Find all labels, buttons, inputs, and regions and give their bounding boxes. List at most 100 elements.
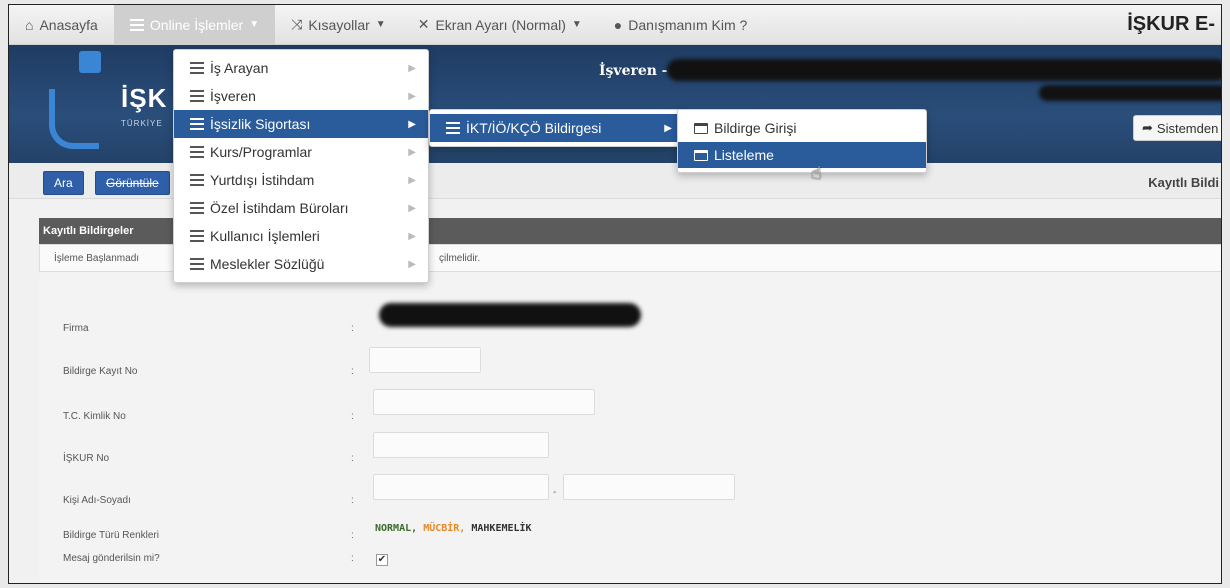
list-icon — [190, 230, 204, 242]
colon: : — [351, 530, 354, 541]
nav-ekran-label: Ekran Ayarı (Normal) — [435, 16, 566, 33]
online-islemler-menu: İş Arayan ▶ İşveren ▶ İşsizlik Sigortası… — [173, 49, 429, 283]
chevron-right-icon: ▶ — [408, 174, 416, 186]
menu-item-kullanici-islemleri[interactable]: Kullanıcı İşlemleri ▶ — [174, 222, 428, 250]
menu-item-listeleme[interactable]: Listeleme — [678, 142, 926, 168]
colon: : — [351, 366, 354, 377]
legend-mucbir: MÜCBİR, — [423, 523, 466, 534]
list-icon — [190, 202, 204, 214]
resize-icon: ✕ — [417, 16, 430, 32]
nav-ekran-ayari[interactable]: ✕ Ekran Ayarı (Normal) ▼ — [402, 5, 598, 45]
brand-title: İŞKUR E- — [1127, 13, 1215, 35]
menu-item-meslekler-sozlugu[interactable]: Meslekler Sözlüğü ▶ — [174, 250, 428, 278]
ad-input[interactable] — [373, 474, 549, 500]
app-window: ⌂ Anasayfa Online İşlemler ▼ ⤨ Kısayolla… — [8, 4, 1222, 584]
firma-label: Firma — [63, 323, 89, 334]
menu-item-label: Meslekler Sözlüğü — [210, 256, 325, 272]
notice-text: İşleme Başlanmadı — [54, 252, 140, 264]
home-icon: ⌂ — [25, 16, 34, 33]
card-icon — [694, 149, 708, 161]
nav-online-islemler[interactable]: Online İşlemler ▼ — [113, 5, 276, 45]
menu-item-label: İş Arayan — [210, 60, 269, 76]
colon: : — [351, 411, 354, 422]
legend-mahkemelik: MAHKEMELİK — [471, 523, 532, 534]
list-icon — [190, 174, 204, 186]
chevron-right-icon: ▶ — [408, 118, 416, 130]
nav-home[interactable]: ⌂ Anasayfa — [9, 5, 114, 45]
shuffle-icon: ⤨ — [291, 16, 303, 32]
mesaj-checkbox[interactable]: ✔ — [376, 554, 388, 566]
menu-item-label: Özel İstihdam Büroları — [210, 200, 349, 216]
menu-item-bildirge-girisi[interactable]: Bildirge Girişi — [678, 114, 926, 142]
tc-kimlik-input[interactable] — [373, 389, 595, 415]
menu-item-label: Kurs/Programlar — [210, 144, 312, 160]
list-icon — [190, 146, 204, 158]
nav-kisayollar-label: Kısayollar — [308, 16, 370, 33]
chevron-right-icon: ▶ — [408, 202, 416, 214]
nav-kisayollar[interactable]: ⤨ Kısayollar ▼ — [275, 5, 402, 45]
hand-pointer-icon: ☝ — [811, 163, 822, 183]
logout-label: Sistemden — [1156, 120, 1219, 136]
menu-item-yurtdisi-istihdam[interactable]: Yurtdışı İstihdam ▶ — [174, 166, 428, 194]
legend-normal: NORMAL, — [375, 523, 418, 534]
soyad-input[interactable] — [563, 474, 735, 500]
nav-home-label: Anasayfa — [39, 16, 98, 33]
nav-danismanim-label: Danışmanım Kim ? — [628, 16, 748, 33]
employer-label: İşveren - — [599, 63, 668, 79]
caret-down-icon: ▼ — [249, 19, 260, 30]
list-icon — [190, 90, 204, 102]
menu-item-kurs-programlar[interactable]: Kurs/Programlar ▶ — [174, 138, 428, 166]
color-legend: NORMAL, MÜCBİR, MAHKEMELİK — [375, 523, 532, 534]
renk-label: Bildirge Türü Renkleri — [63, 530, 159, 541]
chevron-right-icon: ▶ — [408, 230, 416, 242]
menu-item-isveren[interactable]: İşveren ▶ — [174, 82, 428, 110]
list-icon — [129, 18, 144, 31]
tc-label: T.C. Kimlik No — [63, 411, 126, 422]
menu-item-is-arayan[interactable]: İş Arayan ▶ — [174, 54, 428, 82]
iskur-no-input[interactable] — [373, 432, 549, 458]
chevron-right-icon: ▶ — [664, 122, 672, 134]
issizlik-submenu: İKT/İÖ/KÇÖ Bildirgesi ▶ — [429, 109, 685, 147]
logo-text: İŞK — [121, 83, 168, 113]
redacted-firma-select[interactable] — [379, 303, 641, 327]
card-icon — [694, 122, 708, 134]
colon: : — [351, 553, 354, 564]
chevron-right-icon: ▶ — [408, 146, 416, 158]
list-icon — [446, 122, 460, 134]
chevron-right-icon: ▶ — [408, 62, 416, 74]
colon: : — [351, 323, 354, 334]
caret-down-icon: ▼ — [571, 19, 582, 30]
menu-item-label: İşsizlik Sigortası — [210, 116, 311, 132]
menu-item-ikt-bildirgesi[interactable]: İKT/İÖ/KÇÖ Bildirgesi ▶ — [430, 114, 684, 142]
top-navbar: ⌂ Anasayfa Online İşlemler ▼ ⤨ Kısayolla… — [9, 5, 1221, 45]
user-icon: ● — [613, 16, 623, 33]
menu-item-label: Kullanıcı İşlemleri — [210, 228, 320, 244]
nav-online-label: Online İşlemler — [149, 16, 244, 33]
list-icon — [190, 258, 204, 270]
nav-danismanim[interactable]: ● Danışmanım Kim ? — [598, 5, 764, 45]
list-icon — [190, 118, 204, 130]
list-icon — [190, 62, 204, 74]
mesaj-label: Mesaj gönderilsin mi? — [63, 553, 160, 564]
caret-down-icon: ▼ — [375, 19, 386, 30]
menu-item-label: Listeleme — [714, 147, 774, 163]
menu-item-issizlik-sigortasi[interactable]: İşsizlik Sigortası ▶ — [174, 110, 428, 138]
search-form: Firma : Bildirge Kayıt No : T.C. Kimlik … — [39, 273, 1221, 583]
kayit-no-input[interactable] — [369, 347, 481, 373]
menu-item-label: İKT/İÖ/KÇÖ Bildirgesi — [466, 120, 602, 136]
logo-square — [79, 51, 101, 73]
colon: : — [351, 495, 354, 506]
chevron-right-icon: ▶ — [408, 258, 416, 270]
notice-text-end: çilmelidir. — [439, 253, 481, 264]
share-arrow-icon: ➦ — [1142, 120, 1153, 135]
search-button[interactable]: Ara — [43, 171, 84, 195]
logo-subtitle: TÜRKİYE — [121, 119, 163, 128]
kayit-no-label: Bildirge Kayıt No — [63, 366, 138, 377]
menu-item-label: İşveren — [210, 88, 256, 104]
logout-button[interactable]: ➦ Sistemden — [1133, 115, 1221, 141]
redacted-employer-detail — [1039, 85, 1221, 101]
page-title: Kayıtlı Bildi — [1148, 175, 1219, 190]
menu-item-ozel-istihdam[interactable]: Özel İstihdam Büroları ▶ — [174, 194, 428, 222]
menu-item-label: Bildirge Girişi — [714, 120, 797, 136]
view-button[interactable]: Görüntüle — [95, 171, 170, 195]
